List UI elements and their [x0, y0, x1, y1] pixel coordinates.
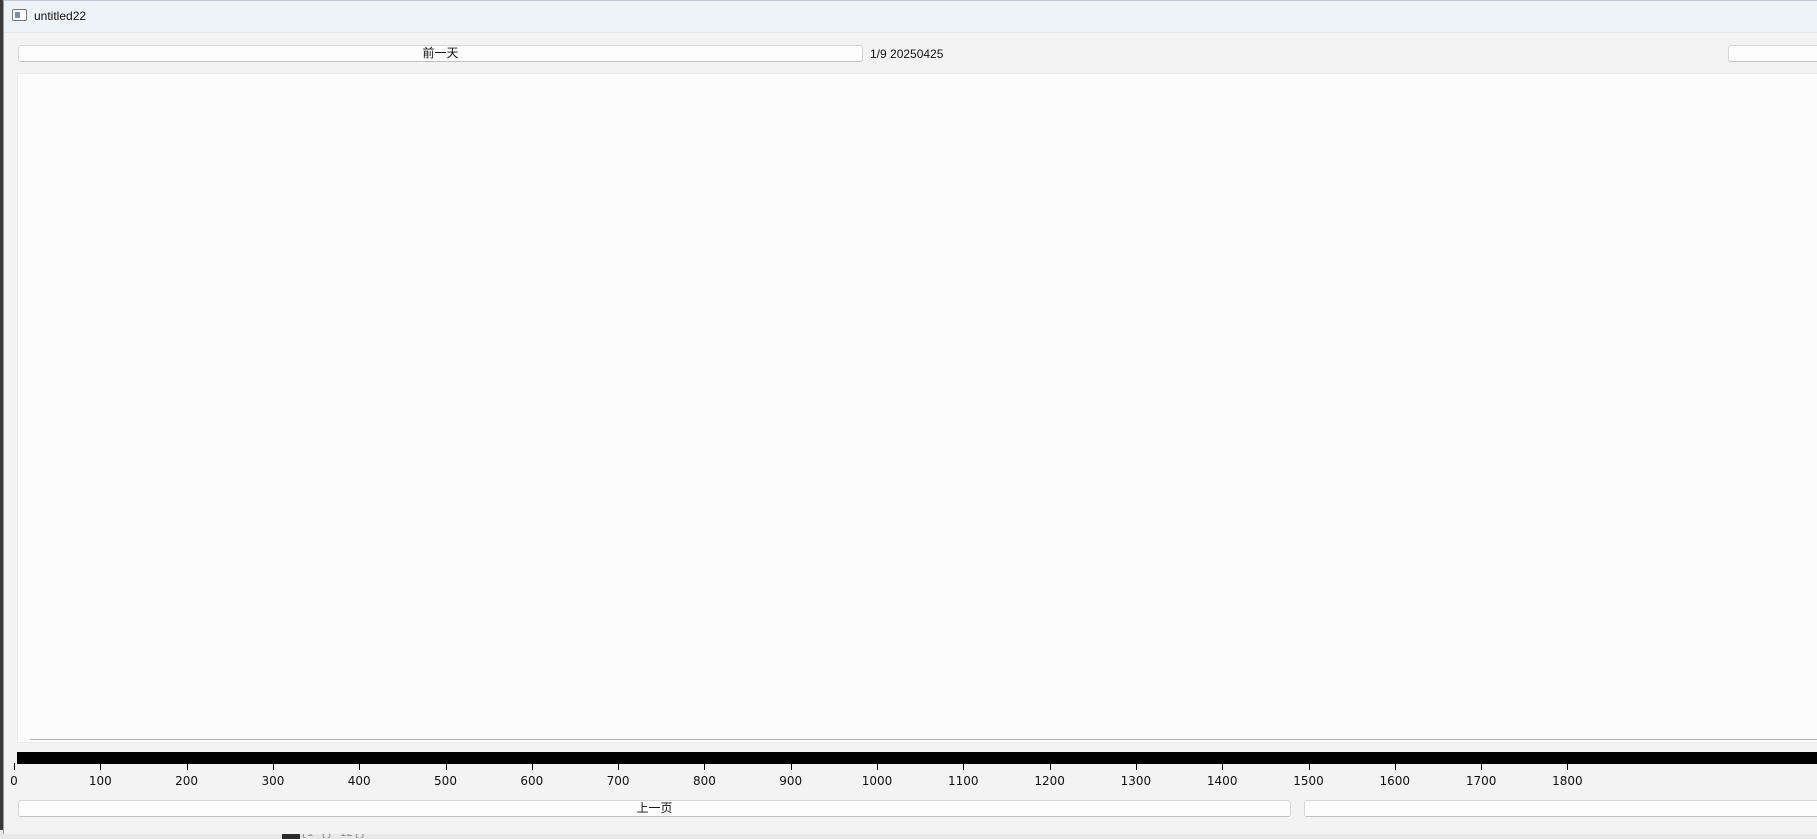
axis-tick-label: 100 — [88, 774, 112, 788]
axis-tick-label: 0 — [10, 774, 18, 788]
axis-tick-label: 1800 — [1552, 774, 1583, 788]
canvas-baseline — [30, 739, 1817, 740]
axis-tick — [1567, 763, 1569, 770]
previous-page-button[interactable]: 上一页 — [18, 800, 1291, 817]
axis-tick — [790, 763, 792, 770]
axis-tick — [14, 763, 15, 770]
axis-tick — [1308, 763, 1310, 770]
axis-tick — [1135, 763, 1137, 770]
axis-tick-label: 1600 — [1379, 774, 1411, 788]
app-window: untitled22 前一天 1/9 20250425 0 100 200 300 40… — [3, 0, 1817, 834]
axis-tick-label: 300 — [261, 774, 285, 788]
axis-tick-label: 400 — [347, 774, 371, 788]
axis-tick-label: 600 — [520, 774, 544, 788]
axis-tick — [1049, 763, 1051, 770]
timeline-canvas[interactable] — [17, 73, 1817, 743]
axis-tick — [704, 763, 706, 770]
axis-tick-label: 1300 — [1120, 774, 1152, 788]
app-window-icon — [12, 9, 27, 21]
axis-tick — [531, 763, 533, 770]
axis-tick — [100, 763, 102, 770]
day-status-label: 1/9 20250425 — [870, 47, 944, 61]
axis-tick — [1481, 763, 1483, 770]
title-bar[interactable]: untitled22 — [4, 1, 1817, 33]
axis-tick-label: 500 — [434, 774, 457, 788]
axis-tick-label: 200 — [175, 774, 199, 788]
axis-tick-label: 900 — [779, 774, 803, 788]
axis-tick — [359, 763, 361, 770]
axis-tick — [1222, 763, 1224, 770]
axis-tick — [445, 763, 447, 770]
axis-tick-label: 1100 — [948, 774, 979, 788]
window-title: untitled22 — [34, 9, 87, 23]
axis-tick-label: 700 — [606, 774, 630, 788]
previous-day-button[interactable]: 前一天 — [18, 45, 863, 62]
axis-tick-label: 1500 — [1293, 774, 1324, 788]
axis-tick — [618, 763, 620, 770]
next-day-button[interactable] — [1728, 45, 1817, 62]
axis-tick-label: 1400 — [1206, 774, 1238, 788]
next-page-button[interactable] — [1304, 800, 1817, 817]
axis-tick-label: 1000 — [861, 774, 893, 788]
axis-tick — [186, 763, 188, 770]
axis-tick — [272, 763, 274, 770]
axis-tick — [963, 763, 965, 770]
axis-tick-label: 1200 — [1034, 774, 1065, 788]
axis-tick — [1394, 763, 1396, 770]
axis-tick — [877, 763, 878, 770]
timeline-axis: 0 100 200 300 400 500 600 700 800 900 1000 1100 1200… — [4, 763, 1817, 791]
axis-tick-label: 1700 — [1465, 774, 1497, 788]
axis-tick-label: 800 — [692, 774, 716, 788]
